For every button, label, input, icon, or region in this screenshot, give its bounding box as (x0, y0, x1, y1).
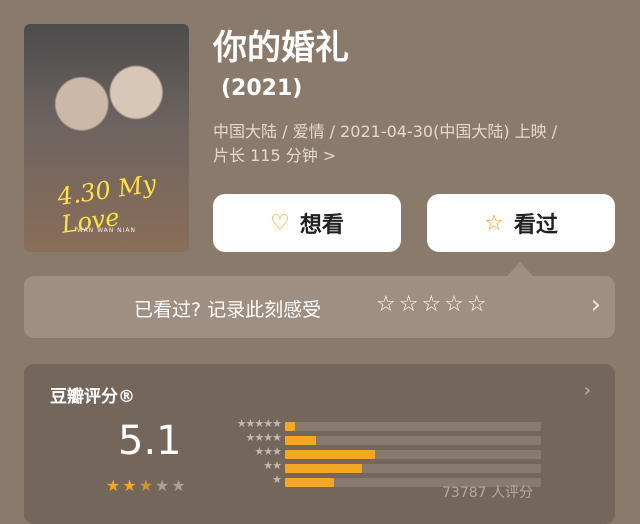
distribution-star-label: ★★★ (254, 445, 282, 458)
chevron-right-icon[interactable]: › (591, 290, 601, 320)
rating-score: 5.1 (118, 418, 182, 464)
distribution-star-label: ★★ (263, 459, 282, 472)
distribution-bar (285, 436, 316, 445)
want-to-watch-button[interactable]: ♡ 想看 (213, 194, 401, 252)
movie-meta-line2[interactable]: 片长 115 分钟 > (213, 144, 623, 168)
score-star: ★ (122, 476, 139, 495)
movie-poster[interactable]: 4.30 My Love WAN WAN NIAN (24, 24, 189, 252)
distribution-bar (285, 464, 362, 473)
record-feeling-panel[interactable]: 已看过? 记录此刻感受 ☆☆☆☆☆ › (24, 276, 615, 338)
movie-meta[interactable]: 中国大陆 / 爱情 / 2021-04-30(中国大陆) 上映 / 片长 115… (213, 120, 623, 168)
want-to-watch-label: 想看 (299, 213, 344, 238)
distribution-row: ★★★ (209, 445, 549, 460)
rater-count[interactable]: 73787 人评分 (442, 482, 533, 502)
movie-meta-line1: 中国大陆 / 爱情 / 2021-04-30(中国大陆) 上映 / (213, 122, 558, 141)
poster-caption: WAN WAN NIAN (76, 227, 137, 234)
distribution-bar (285, 478, 334, 487)
score-star: ★ (106, 476, 123, 495)
distribution-track (285, 464, 541, 473)
distribution-bar (285, 422, 296, 431)
distribution-track (285, 422, 541, 431)
score-stars: ★★★★★ (106, 476, 188, 495)
movie-year: (2021) (221, 76, 303, 101)
distribution-track (285, 436, 541, 445)
distribution-row: ★★ (209, 459, 549, 474)
rating-title: 豆瓣评分® (50, 387, 135, 407)
score-star: ★ (171, 476, 188, 495)
distribution-star-label: ★ (272, 473, 282, 486)
popover-pointer (507, 262, 533, 276)
record-prompt: 已看过? 记录此刻感受 (134, 299, 322, 321)
watched-button[interactable]: ☆ 看过 (427, 194, 615, 252)
distribution-track (285, 450, 541, 459)
distribution-star-label: ★★★★★ (236, 417, 282, 430)
heart-plus-icon: ♡ (270, 210, 290, 236)
movie-title: 你的婚礼 (213, 28, 349, 68)
score-star: ★ (138, 476, 156, 495)
rating-stars-input[interactable]: ☆☆☆☆☆ (376, 292, 490, 317)
watched-label: 看过 (513, 213, 558, 238)
score-star: ★ (155, 476, 172, 495)
douban-rating-panel[interactable]: 豆瓣评分® › 5.1 ★★★★★ ★★★★★ ★★★★ ★★★ ★★ ★ 73787 … (24, 364, 615, 524)
distribution-bar (285, 450, 375, 459)
chevron-right-icon[interactable]: › (584, 380, 591, 401)
distribution-star-label: ★★★★ (245, 431, 282, 444)
star-icon: ☆ (484, 210, 504, 236)
